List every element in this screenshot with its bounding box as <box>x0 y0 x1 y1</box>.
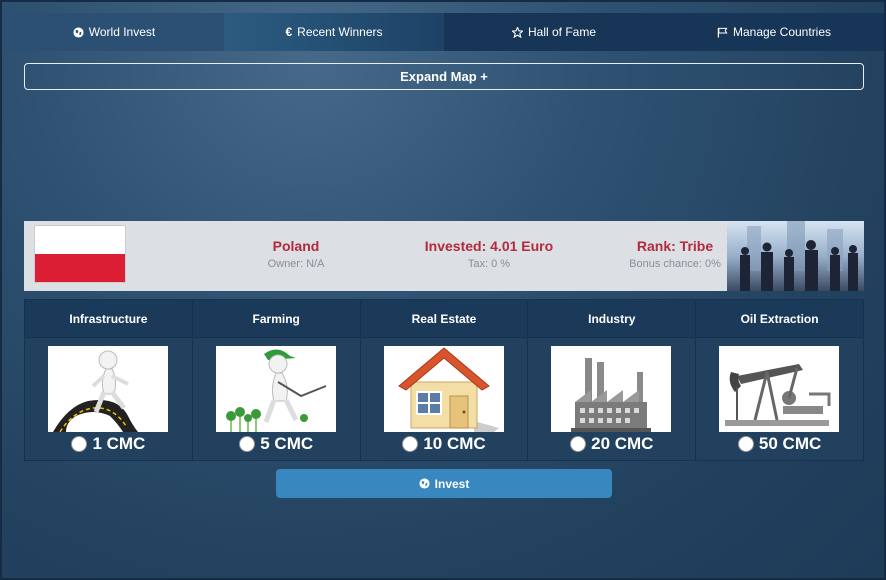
amount-label: 1 CMC <box>92 434 146 453</box>
invested-block: Invested: 4.01 Euro Tax: 0 % <box>414 238 564 270</box>
radio-button[interactable] <box>737 436 754 452</box>
oil-pump-icon <box>719 346 840 432</box>
sector-title: Infrastructure <box>25 300 192 338</box>
tab-label: Recent Winners <box>297 25 383 39</box>
amount-label: 5 CMC <box>260 434 314 453</box>
invested-amount: Invested: 4.01 Euro <box>424 238 554 254</box>
poland-flag <box>34 225 126 283</box>
globe-icon <box>419 478 430 489</box>
radio-button[interactable] <box>570 436 587 452</box>
sector-title: Farming <box>192 300 360 338</box>
tab-label: Manage Countries <box>732 25 832 39</box>
country-info-bar: Poland Owner: N/A Invested: 4.01 Euro Ta… <box>24 221 864 291</box>
sector-title: Oil Extraction <box>696 300 863 338</box>
sector-farming: Farming 5 CMC <box>192 300 361 460</box>
country-name: Poland <box>272 238 320 254</box>
radio-button[interactable] <box>71 436 88 452</box>
bonus-chance: Bonus chance: 0% <box>629 258 721 270</box>
tab-label: Hall of Fame <box>527 25 597 39</box>
crowd-image <box>727 221 864 291</box>
flag-icon <box>717 27 728 38</box>
option-20-cmc[interactable]: 20 CMC <box>528 434 695 454</box>
road-icon <box>48 346 168 432</box>
amount-label: 10 CMC <box>423 434 486 453</box>
globe-icon <box>73 26 84 38</box>
sector-real-estate: Real Estate 10 CMC <box>360 300 529 460</box>
sector-oil-extraction: Oil Extraction 50 CMC <box>696 300 863 460</box>
sector-grid: Infrastructure 1 CMC Farming 5 CMC Real … <box>24 299 864 461</box>
sector-title: Industry <box>528 300 696 338</box>
invest-button[interactable]: Invest <box>276 469 612 498</box>
tax-value: Tax: 0 % <box>467 258 511 270</box>
country-name-block: Poland Owner: N/A <box>246 238 346 270</box>
tab-hall-of-fame[interactable]: Hall of Fame <box>444 13 664 51</box>
sector-infrastructure: Infrastructure 1 CMC <box>25 300 193 460</box>
radio-button[interactable] <box>239 436 256 452</box>
house-icon <box>383 346 504 432</box>
tab-recent-winners[interactable]: € Recent Winners <box>224 13 444 51</box>
rank-block: Rank: Tribe Bonus chance: 0% <box>620 238 730 270</box>
option-50-cmc[interactable]: 50 CMC <box>696 434 863 454</box>
option-5-cmc[interactable]: 5 CMC <box>193 434 360 454</box>
option-1-cmc[interactable]: 1 CMC <box>25 434 192 454</box>
invest-label: Invest <box>434 476 470 491</box>
factory-icon <box>551 346 672 432</box>
tab-label: World Invest <box>88 25 156 39</box>
app-frame: World Invest € Recent Winners Hall of Fa… <box>0 0 886 580</box>
euro-icon: € <box>285 25 293 39</box>
sector-title: Real Estate <box>360 300 528 338</box>
tab-manage-countries[interactable]: Manage Countries <box>664 13 884 51</box>
sector-industry: Industry 20 CMC <box>528 300 697 460</box>
radio-button[interactable] <box>402 436 419 452</box>
amount-label: 50 CMC <box>758 434 822 453</box>
country-owner: Owner: N/A <box>267 258 325 270</box>
option-10-cmc[interactable]: 10 CMC <box>361 434 528 454</box>
star-icon <box>511 26 523 38</box>
farmer-icon <box>215 346 336 432</box>
tab-world-invest[interactable]: World Invest <box>4 13 224 51</box>
amount-label: 20 CMC <box>591 434 654 453</box>
rank-value: Rank: Tribe <box>636 238 714 254</box>
tab-bar: World Invest € Recent Winners Hall of Fa… <box>4 13 884 51</box>
expand-map-button[interactable]: Expand Map + <box>24 63 864 90</box>
